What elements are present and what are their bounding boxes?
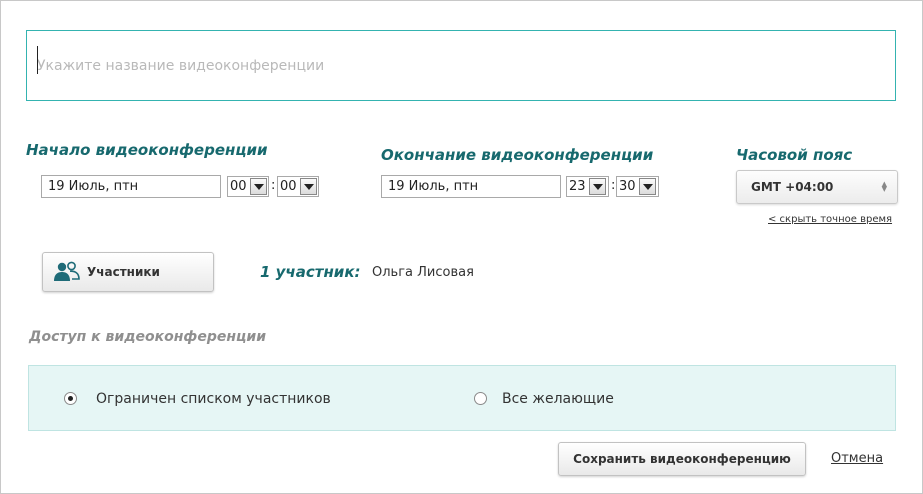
conference-title-input[interactable]	[26, 30, 896, 101]
cancel-link[interactable]: Отмена	[831, 451, 883, 466]
access-options: Ограничен списком участников Все желающи…	[28, 365, 896, 431]
text-cursor	[37, 46, 38, 74]
end-hour-value: 23	[569, 179, 586, 194]
access-public-label[interactable]: Все желающие	[502, 391, 614, 407]
users-icon	[54, 261, 80, 281]
chevron-down-icon[interactable]	[639, 178, 656, 195]
start-date-field[interactable]: 19 Июль, птн	[41, 175, 221, 198]
end-date-field[interactable]: 19 Июль, птн	[381, 175, 561, 198]
participants-button[interactable]: Участники	[42, 252, 214, 292]
start-hour-value: 00	[230, 179, 247, 194]
end-minute-value: 30	[619, 179, 636, 194]
time-separator: :	[271, 178, 276, 193]
sort-arrows-icon: ▲ ▼	[881, 180, 887, 193]
timezone-select[interactable]: GMT +04:00 ▲ ▼	[736, 170, 898, 204]
start-minute-value: 00	[280, 179, 297, 194]
start-hour-select[interactable]: 00	[227, 176, 269, 197]
start-minute-select[interactable]: 00	[277, 176, 319, 197]
hide-exact-time-link[interactable]: < скрыть точное время	[768, 214, 892, 225]
participant-names: Ольга Лисовая	[372, 265, 474, 280]
save-button[interactable]: Сохранить видеоконференцию	[558, 442, 806, 476]
chevron-down-icon[interactable]	[300, 178, 317, 195]
timezone-value: GMT +04:00	[751, 180, 834, 194]
chevron-down-icon[interactable]	[589, 178, 606, 195]
start-label: Начало видеоконференции	[26, 141, 268, 159]
time-separator: :	[611, 178, 616, 193]
participant-count-label: 1 участник:	[260, 263, 361, 281]
participants-button-label: Участники	[87, 265, 160, 279]
chevron-down-icon[interactable]	[250, 178, 267, 195]
access-restricted-label[interactable]: Ограничен списком участников	[96, 391, 331, 407]
videoconference-dialog: Начало видеоконференции 19 Июль, птн 00 …	[0, 0, 923, 494]
timezone-label: Часовой пояс	[736, 146, 853, 164]
end-label: Окончание видеоконференции	[381, 146, 654, 164]
end-hour-select[interactable]: 23	[566, 176, 609, 197]
end-minute-select[interactable]: 30	[616, 176, 659, 197]
access-label: Доступ к видеоконференции	[29, 329, 267, 345]
access-public-radio[interactable]	[474, 392, 487, 405]
access-restricted-radio[interactable]	[64, 392, 77, 405]
